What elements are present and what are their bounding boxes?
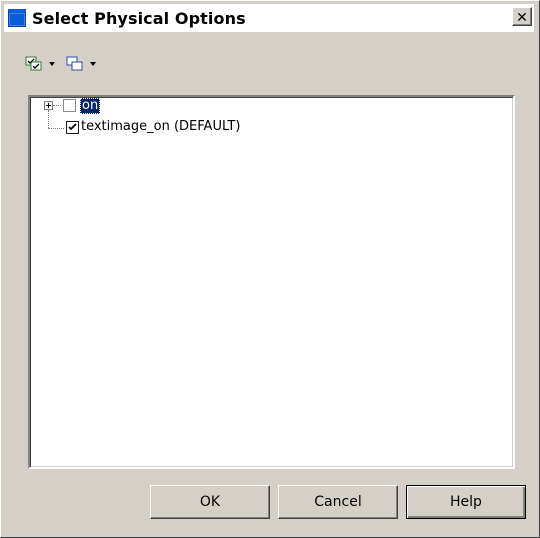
chevron-down-icon[interactable] [48, 61, 56, 67]
window-icon [8, 9, 26, 27]
checkbox-textimage-on[interactable] [66, 121, 79, 134]
help-button[interactable]: Help [406, 485, 526, 519]
ok-button[interactable]: OK [150, 485, 270, 519]
check-icon [68, 123, 77, 131]
select-physical-options-dialog: Select Physical Options ✕ on textimage_o… [0, 0, 540, 538]
chevron-down-icon[interactable] [89, 61, 97, 67]
dialog-title: Select Physical Options [32, 8, 246, 28]
expand-icon[interactable] [44, 101, 53, 110]
close-button[interactable]: ✕ [512, 7, 532, 26]
deselect-all-tool-button[interactable] [66, 56, 97, 72]
deselect-all-icon [66, 56, 83, 71]
physical-options-tree[interactable]: on textimage_on (DEFAULT) [28, 95, 515, 469]
tree-connector [48, 110, 49, 128]
tree-item-on[interactable]: on [80, 98, 101, 114]
tree-connector [48, 128, 64, 129]
select-all-tool-button[interactable] [25, 56, 56, 72]
toolbar [25, 53, 107, 75]
title-bar[interactable]: Select Physical Options ✕ [4, 4, 534, 32]
checkbox-on[interactable] [63, 99, 76, 112]
tree-item-textimage-on[interactable]: textimage_on (DEFAULT) [81, 119, 240, 135]
select-all-icon [25, 56, 42, 71]
tree-connector [53, 105, 61, 106]
cancel-button[interactable]: Cancel [278, 485, 398, 519]
